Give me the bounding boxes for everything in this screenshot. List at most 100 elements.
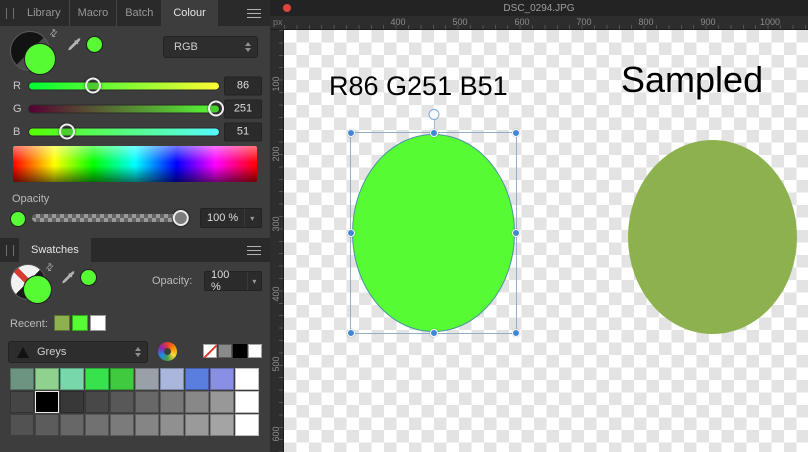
- document-title-bar: DSC_0294.JPG: [270, 0, 808, 16]
- tab-colour[interactable]: Colour: [161, 0, 218, 26]
- close-icon[interactable]: [283, 4, 291, 12]
- swatches-menu-icon[interactable]: [247, 245, 261, 255]
- tab-library[interactable]: Library: [19, 0, 70, 26]
- select-arrows-icon: [245, 42, 251, 52]
- swap-colours-icon[interactable]: ⇄: [47, 27, 61, 40]
- panel-grip-icon[interactable]: [6, 244, 14, 256]
- swatch-cell[interactable]: [110, 368, 134, 390]
- selection-handle[interactable]: [512, 329, 520, 337]
- ruler-v-number: 500: [271, 356, 281, 372]
- swatch-cell[interactable]: [110, 414, 134, 436]
- swatch-cell[interactable]: [10, 391, 34, 413]
- panel-tab-bar: Library Macro Batch Colour: [0, 0, 270, 26]
- primary-colour-swatch[interactable]: [24, 43, 56, 75]
- selection-box[interactable]: [347, 109, 520, 337]
- panel-menu-icon[interactable]: [247, 8, 261, 18]
- swatches-opacity-select[interactable]: 100 % ▾: [204, 269, 262, 293]
- ruler-vertical: 100 200 300 400 500 600: [270, 30, 284, 452]
- app-window: Library Macro Batch Colour ⇄ RGB R 86 G 251…: [0, 0, 808, 452]
- slider-knob[interactable]: [85, 77, 102, 94]
- swatch-cell[interactable]: [210, 391, 234, 413]
- swatch-cell[interactable]: [185, 391, 209, 413]
- swatch-cell[interactable]: [135, 368, 159, 390]
- selection-handle[interactable]: [347, 129, 355, 137]
- canvas-viewport[interactable]: R86 G251 B51 Sampled: [284, 30, 808, 452]
- swatch-cell[interactable]: [35, 391, 59, 413]
- swatch-cell[interactable]: [110, 391, 134, 413]
- selection-handle[interactable]: [429, 129, 438, 137]
- opacity-value: 100 %: [211, 269, 230, 293]
- recent-swatch[interactable]: [90, 315, 106, 331]
- slider-track[interactable]: [28, 100, 225, 117]
- opacity-colour-chip: [10, 211, 26, 227]
- ruler-v-number: 200: [271, 146, 281, 162]
- swatch-cell[interactable]: [235, 391, 259, 413]
- swatch-cell[interactable]: [160, 414, 184, 436]
- rotation-handle[interactable]: [428, 109, 439, 120]
- swatch-cell[interactable]: [135, 414, 159, 436]
- current-colour-chip[interactable]: [86, 36, 103, 53]
- palette-icon[interactable]: [158, 342, 177, 361]
- swatch-cell[interactable]: [10, 414, 34, 436]
- quick-swatch[interactable]: [218, 344, 232, 358]
- quick-swatch[interactable]: [233, 344, 247, 358]
- swatch-cell[interactable]: [60, 391, 84, 413]
- swatch-cell[interactable]: [235, 414, 259, 436]
- swatch-cell[interactable]: [85, 368, 109, 390]
- swatch-cell[interactable]: [10, 368, 34, 390]
- slider-knob[interactable]: [208, 100, 225, 117]
- swatch-cell[interactable]: [85, 414, 109, 436]
- swatch-cell[interactable]: [210, 414, 234, 436]
- tab-macro[interactable]: Macro: [70, 0, 118, 26]
- panel-grip-icon[interactable]: [6, 7, 14, 19]
- ruler-h-number: 400: [390, 17, 406, 27]
- swatch-cell[interactable]: [185, 368, 209, 390]
- swatch-cell[interactable]: [85, 391, 109, 413]
- opacity-value-select[interactable]: 100 % ▾: [200, 208, 262, 228]
- swatch-cell[interactable]: [60, 368, 84, 390]
- selection-handle[interactable]: [347, 229, 355, 237]
- palette-category-select[interactable]: Greys: [8, 341, 148, 363]
- swatch-cell[interactable]: [60, 414, 84, 436]
- slider-knob[interactable]: [59, 123, 75, 140]
- swatch-cell[interactable]: [135, 391, 159, 413]
- eyedropper-icon[interactable]: [66, 36, 82, 52]
- slider-track[interactable]: [28, 77, 220, 94]
- swap-colours-icon[interactable]: ⇄: [43, 261, 57, 274]
- swatch-cell[interactable]: [210, 368, 234, 390]
- ruler-v-number: 300: [271, 216, 281, 232]
- swatch-cell[interactable]: [235, 368, 259, 390]
- opacity-knob[interactable]: [172, 210, 189, 226]
- tab-swatches[interactable]: Swatches: [19, 238, 91, 262]
- current-colour-chip[interactable]: [80, 269, 97, 286]
- slider-label: G: [13, 102, 22, 115]
- colour-spectrum[interactable]: [13, 146, 257, 182]
- recent-swatch[interactable]: [54, 315, 70, 331]
- slider-value-input[interactable]: 51: [224, 122, 262, 141]
- selection-handle[interactable]: [347, 329, 355, 337]
- swatch-cell[interactable]: [160, 391, 184, 413]
- quick-swatch[interactable]: [248, 344, 262, 358]
- rgb-sliders: R 86 G 251 B 51: [0, 74, 270, 143]
- slider-value-input[interactable]: 251: [224, 99, 262, 118]
- selection-handle[interactable]: [512, 229, 520, 237]
- ellipse-sampled[interactable]: [628, 140, 797, 334]
- colour-mode-select[interactable]: RGB: [163, 36, 258, 58]
- primary-colour-swatch[interactable]: [23, 275, 52, 304]
- tab-batch[interactable]: Batch: [117, 0, 161, 26]
- colour-panel: ⇄ RGB R 86 G 251 B 51 Opacity 100 % ▾: [0, 26, 270, 238]
- recent-swatch[interactable]: [72, 315, 88, 331]
- slider-track[interactable]: [28, 123, 220, 140]
- selection-handle[interactable]: [512, 129, 520, 137]
- swatch-cell[interactable]: [35, 368, 59, 390]
- opacity-slider[interactable]: [32, 210, 189, 226]
- swatch-cell[interactable]: [35, 414, 59, 436]
- selection-handle[interactable]: [429, 329, 438, 337]
- no-colour-swatch[interactable]: [203, 344, 217, 358]
- swatch-cell[interactable]: [185, 414, 209, 436]
- slider-value-input[interactable]: 86: [224, 76, 262, 95]
- recent-label: Recent:: [10, 318, 48, 330]
- swatch-cell[interactable]: [160, 368, 184, 390]
- select-arrows-icon: [135, 347, 141, 357]
- eyedropper-icon[interactable]: [60, 269, 76, 285]
